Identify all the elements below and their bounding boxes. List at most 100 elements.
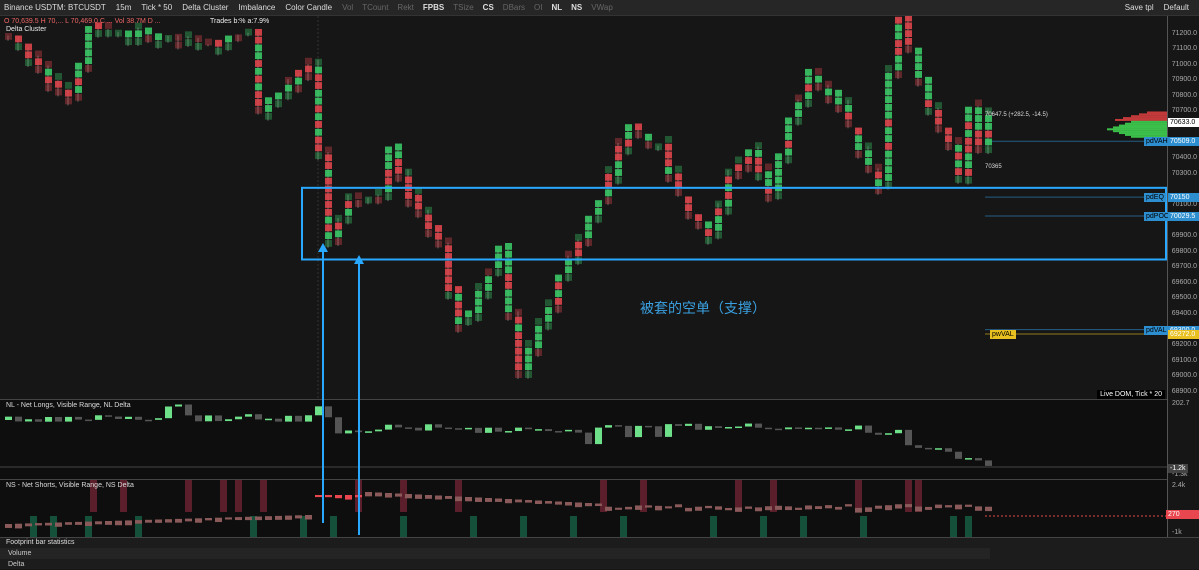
toggle-tcount[interactable]: TCount bbox=[362, 3, 388, 12]
nl-bar bbox=[775, 428, 782, 431]
footprint-candle bbox=[685, 196, 692, 220]
price-axis[interactable]: 71200.0 71100.0 71000.0 70900.0 70800.0 70700… bbox=[1167, 16, 1199, 537]
ns-highlight-bar bbox=[620, 516, 627, 538]
timeframe-select[interactable]: 15m bbox=[116, 3, 132, 12]
tick-select[interactable]: Tick * 50 bbox=[141, 3, 172, 12]
footprint-candle bbox=[785, 117, 792, 165]
ns-bar bbox=[635, 505, 642, 510]
nl-bar bbox=[15, 416, 22, 422]
ns-bar bbox=[155, 519, 162, 523]
toggle-fpbs[interactable]: FPBS bbox=[423, 3, 444, 12]
level-value-pdPOC: 70029.5 bbox=[1168, 211, 1199, 221]
ns-bar bbox=[615, 507, 622, 510]
nl-bar bbox=[585, 432, 592, 445]
toggle-oi[interactable]: OI bbox=[534, 3, 542, 12]
ns-highlight-bar bbox=[950, 516, 957, 538]
net-shorts-pane[interactable]: NS - Net Shorts, Visible Range, NS Delta bbox=[0, 479, 1167, 538]
ns-bar bbox=[185, 518, 192, 522]
ns-bar bbox=[145, 519, 152, 523]
price-chart[interactable]: O 70,639.5 H 70,... L 70,469.0 C ... Vol… bbox=[0, 16, 1167, 399]
toggle-rekt[interactable]: Rekt bbox=[397, 3, 413, 12]
nl-bar bbox=[795, 427, 802, 429]
footprint-candle bbox=[815, 67, 822, 92]
net-shorts-title: NS - Net Shorts, Visible Range, NS Delta bbox=[6, 482, 134, 489]
imbalance-select[interactable]: Imbalance bbox=[238, 3, 275, 12]
toggle-ns[interactable]: NS bbox=[571, 3, 582, 12]
footprint-candle bbox=[505, 243, 512, 321]
footprint-candle bbox=[155, 33, 162, 49]
nl-bar bbox=[835, 427, 842, 430]
ns-highlight-bar bbox=[520, 516, 527, 538]
ns-bar bbox=[165, 519, 172, 523]
toggle-tsize[interactable]: TSize bbox=[453, 3, 473, 12]
nl-bar bbox=[165, 406, 172, 419]
ns-bar bbox=[875, 505, 882, 509]
ns-bar bbox=[425, 495, 432, 499]
price-tick: 69600.0 bbox=[1171, 278, 1197, 286]
price-tick: 70300.0 bbox=[1171, 169, 1197, 177]
ns-highlight-bar bbox=[735, 480, 742, 512]
footprint-candle bbox=[305, 57, 312, 82]
nl-bar bbox=[675, 424, 682, 426]
ns-highlight-bar bbox=[855, 480, 862, 512]
save-template-button[interactable]: Save tpl bbox=[1125, 3, 1154, 12]
candles-layer bbox=[5, 16, 1167, 399]
ns-bar bbox=[285, 515, 292, 520]
nl-bar bbox=[715, 426, 722, 428]
toggle-cs[interactable]: CS bbox=[483, 3, 494, 12]
ns-highlight-bar bbox=[760, 516, 767, 538]
nl-bar bbox=[805, 427, 812, 430]
ns-bar bbox=[575, 502, 582, 508]
nl-bar bbox=[95, 415, 102, 420]
cluster-select[interactable]: Delta Cluster bbox=[182, 3, 228, 12]
footprint-candle bbox=[665, 135, 672, 183]
live-dom-label: Live DOM, Tick * 20 bbox=[1097, 390, 1165, 399]
nl-bar bbox=[275, 418, 282, 422]
footprint-candle bbox=[445, 237, 452, 300]
net-shorts-plot bbox=[5, 480, 1167, 538]
nl-bar bbox=[225, 419, 232, 422]
nl-bar bbox=[355, 430, 362, 433]
footprint-candle bbox=[65, 81, 72, 106]
ns-bar bbox=[5, 524, 12, 528]
footprint-candle bbox=[615, 137, 622, 185]
nl-bar bbox=[365, 431, 372, 433]
ns-bar bbox=[105, 521, 112, 525]
nl-bar bbox=[135, 416, 142, 420]
toggle-dbars[interactable]: DBars bbox=[503, 3, 525, 12]
nl-bar bbox=[575, 429, 582, 433]
ns-bar bbox=[305, 515, 312, 520]
price-tick: 69100.0 bbox=[1171, 356, 1197, 364]
nl-bar bbox=[655, 426, 662, 437]
ns-highlight-bar bbox=[400, 516, 407, 538]
footprint-candle bbox=[865, 142, 872, 174]
toggle-nl[interactable]: NL bbox=[551, 3, 562, 12]
footprint-candle bbox=[455, 286, 462, 333]
level-value-pwVAL: 69272.0 bbox=[1168, 329, 1199, 339]
toggle-vwap[interactable]: VWap bbox=[591, 3, 613, 12]
ns-highlight-bar bbox=[965, 516, 972, 538]
footprint-candle bbox=[715, 200, 722, 240]
footprint-candle bbox=[625, 124, 632, 156]
footprint-candle bbox=[955, 137, 962, 184]
ns-bar bbox=[655, 505, 662, 511]
nl-bar bbox=[35, 419, 42, 422]
symbol-select[interactable]: Binance USDTM: BTCUSDT bbox=[4, 3, 106, 12]
net-longs-title: NL - Net Longs, Visible Range, NL Delta bbox=[6, 402, 131, 409]
toggle-vol[interactable]: Vol bbox=[342, 3, 353, 12]
nl-bar bbox=[965, 458, 972, 460]
footprint-candle bbox=[175, 33, 182, 50]
footprint-candle bbox=[225, 35, 232, 52]
net-longs-pane[interactable]: NL - Net Longs, Visible Range, NL Delta bbox=[0, 399, 1167, 479]
footprint-candle bbox=[515, 308, 522, 379]
ns-bar bbox=[665, 506, 672, 509]
footprint-candle bbox=[135, 22, 142, 46]
stats-row-volume: Volume bbox=[0, 548, 990, 559]
volume-profile-bar bbox=[1131, 115, 1167, 118]
ns-bar bbox=[315, 495, 322, 498]
default-button[interactable]: Default bbox=[1164, 3, 1189, 12]
candle-select[interactable]: Color Candle bbox=[285, 3, 332, 12]
price-tick: 70700.0 bbox=[1171, 107, 1197, 115]
footprint-candle bbox=[215, 39, 222, 56]
footprint-candle bbox=[945, 127, 952, 151]
